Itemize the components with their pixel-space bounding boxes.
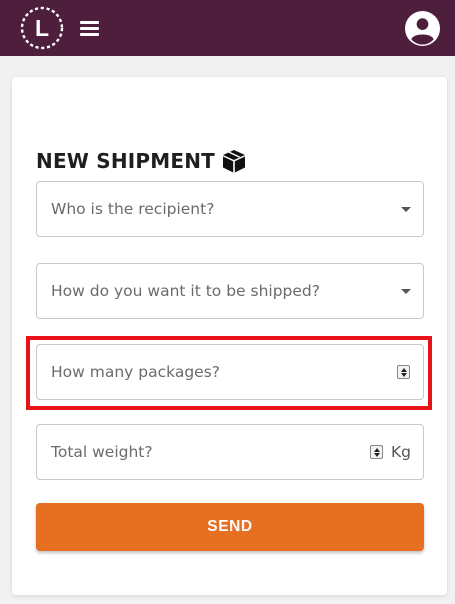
weight-placeholder: Total weight?: [51, 443, 153, 461]
page-title: NEW SHIPMENT: [36, 149, 216, 173]
dropdown-caret-icon: [401, 207, 411, 212]
account-circle-icon: [405, 11, 440, 46]
account-button[interactable]: [405, 11, 440, 46]
logo[interactable]: L: [19, 5, 65, 51]
shipment-form-card: NEW SHIPMENT Who is the recipient? How d…: [12, 77, 447, 595]
packages-input[interactable]: How many packages?: [36, 344, 424, 400]
recipient-select[interactable]: Who is the recipient?: [36, 181, 424, 237]
packages-placeholder: How many packages?: [51, 363, 221, 381]
number-spinner-icon[interactable]: [370, 445, 383, 459]
weight-input[interactable]: Total weight? Kg: [36, 424, 424, 480]
recipient-placeholder: Who is the recipient?: [51, 200, 215, 218]
menu-button[interactable]: [78, 16, 102, 40]
shipping-method-select[interactable]: How do you want it to be shipped?: [36, 263, 424, 319]
hamburger-icon-line: [80, 33, 99, 36]
top-app-bar: L: [0, 0, 455, 56]
hamburger-icon: [80, 21, 99, 24]
package-box-icon: [223, 150, 246, 173]
form-title-row: NEW SHIPMENT: [36, 147, 247, 175]
dropdown-caret-icon: [401, 289, 411, 294]
weight-unit-label: Kg: [390, 443, 411, 461]
number-spinner-icon[interactable]: [397, 365, 410, 379]
hamburger-icon-line: [80, 27, 99, 30]
logo-letter: L: [35, 15, 49, 41]
logo-icon: L: [20, 6, 64, 50]
shipping-method-placeholder: How do you want it to be shipped?: [51, 282, 320, 300]
send-button[interactable]: SEND: [36, 503, 424, 551]
